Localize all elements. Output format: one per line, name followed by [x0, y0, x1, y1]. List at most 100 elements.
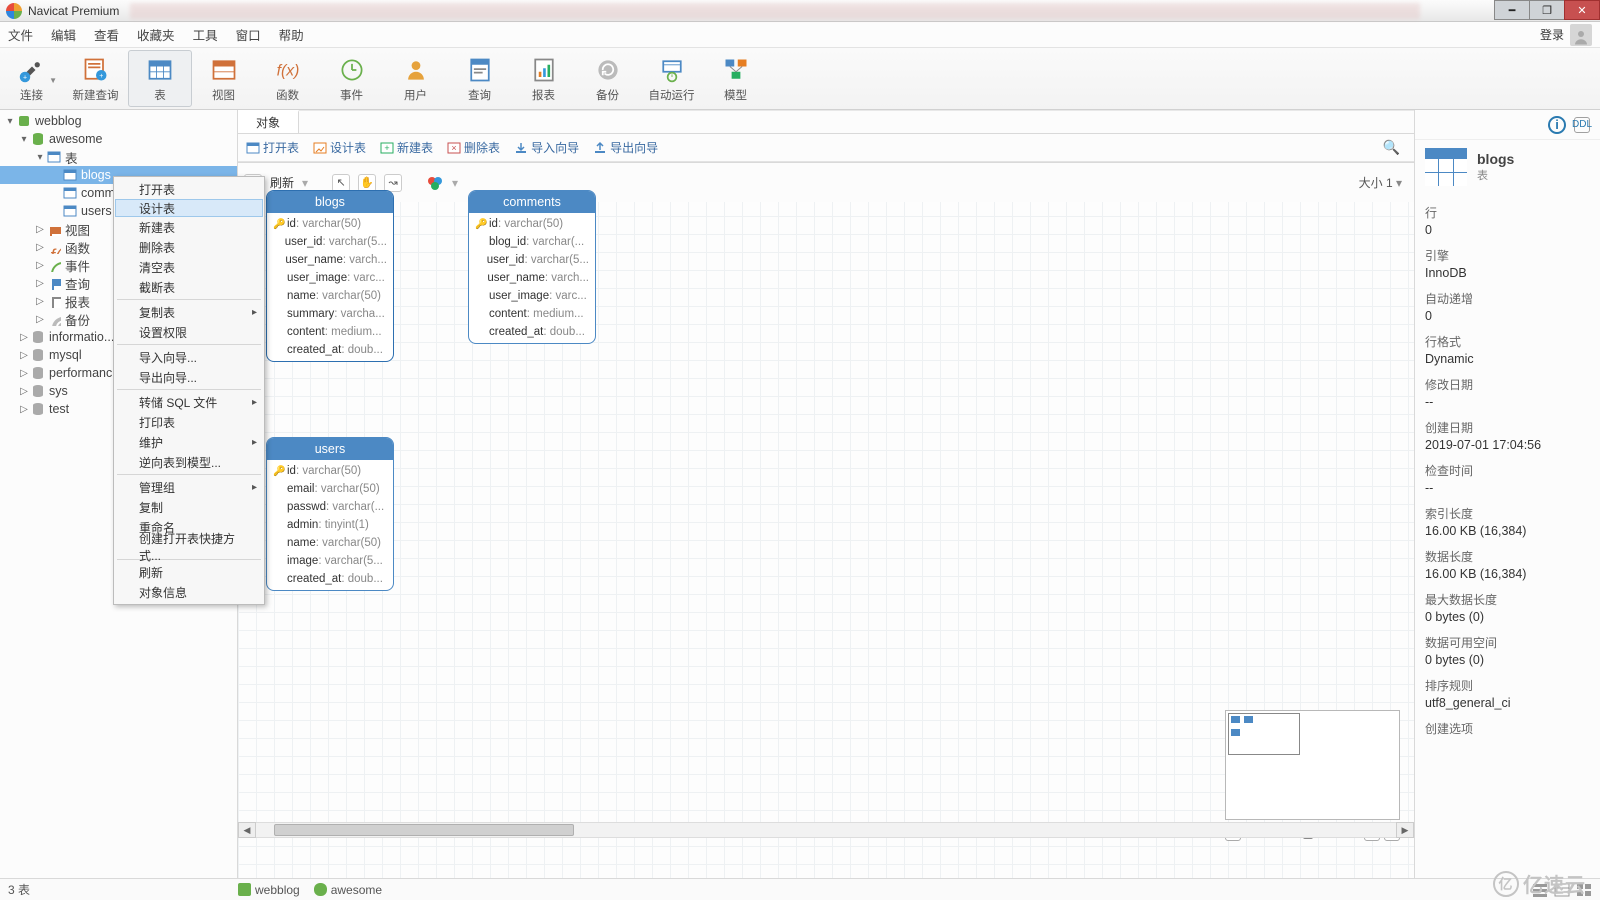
diagram-column[interactable]: name: varchar(50) [267, 287, 393, 305]
tab-strip: 对象 [238, 110, 1414, 134]
objtb-导入向导[interactable]: 导入向导 [514, 139, 579, 156]
toolbar-backup[interactable]: 备份 [576, 50, 640, 107]
menu-file[interactable]: 文件 [8, 25, 33, 44]
menu-window[interactable]: 窗口 [236, 25, 261, 44]
tab-objects[interactable]: 对象 [238, 110, 299, 133]
toolbar-newquery[interactable]: +新建查询 [64, 50, 128, 107]
toolbar-view[interactable]: 视图 [192, 50, 256, 107]
menu-view[interactable]: 查看 [94, 25, 119, 44]
menu-tools[interactable]: 工具 [193, 25, 218, 44]
login-link[interactable]: 登录 [1540, 26, 1564, 43]
diagram-column[interactable]: 🔑id: varchar(50) [469, 215, 595, 233]
toolbar-user[interactable]: 用户 [384, 50, 448, 107]
prop-引擎: 引擎InnoDB [1425, 247, 1590, 280]
ctx-复制表[interactable]: 复制表 [115, 302, 263, 322]
diagram-column[interactable]: blog_id: varchar(... [469, 233, 595, 251]
diagram-column[interactable]: user_id: varchar(5... [267, 233, 393, 251]
scroll-thumb[interactable] [274, 824, 574, 836]
svg-text:+: + [22, 74, 26, 81]
toolbar-auto[interactable]: 自动运行 [640, 50, 704, 107]
diagram-column[interactable]: user_image: varc... [267, 269, 393, 287]
diagram-canvas[interactable]: blogs🔑id: varchar(50)user_id: varchar(5.… [238, 162, 1414, 878]
ctx-设置权限[interactable]: 设置权限 [115, 322, 263, 342]
ctx-管理组[interactable]: 管理组 [115, 477, 263, 497]
diagram-column[interactable]: user_name: varch... [267, 251, 393, 269]
diagram-column[interactable]: created_at: doub... [267, 341, 393, 359]
objtb-新建表[interactable]: +新建表 [380, 139, 433, 156]
diagram-column[interactable]: summary: varcha... [267, 305, 393, 323]
diagram-column[interactable]: user_id: varchar(5... [469, 251, 595, 269]
tree-database[interactable]: ▾awesome [0, 130, 237, 148]
ctx-创建打开表快捷方式...[interactable]: 创建打开表快捷方式... [115, 537, 263, 557]
diagram-column[interactable]: email: varchar(50) [267, 480, 393, 498]
search-icon[interactable]: 🔍 [1383, 139, 1406, 156]
scroll-left[interactable]: ◀ [238, 822, 256, 838]
diagram-column[interactable]: admin: tinyint(1) [267, 516, 393, 534]
diagram-column[interactable]: 🔑id: varchar(50) [267, 215, 393, 233]
diagram-column[interactable]: created_at: doub... [267, 570, 393, 588]
toolbar-query[interactable]: 查询 [448, 50, 512, 107]
ctx-逆向表到模型...[interactable]: 逆向表到模型... [115, 452, 263, 472]
ctx-复制[interactable]: 复制 [115, 497, 263, 517]
ctx-导入向导...[interactable]: 导入向导... [115, 347, 263, 367]
ctx-维护[interactable]: 维护 [115, 432, 263, 452]
scroll-right[interactable]: ▶ [1396, 822, 1414, 838]
svg-text:+: + [384, 143, 389, 153]
diagram-column[interactable]: 🔑id: varchar(50) [267, 462, 393, 480]
diagram-column[interactable]: content: medium... [469, 305, 595, 323]
diagram-column[interactable]: image: varchar(5... [267, 552, 393, 570]
toolbar-fx[interactable]: f(x)函数 [256, 50, 320, 107]
toolbar-report[interactable]: 报表 [512, 50, 576, 107]
ctx-对象信息[interactable]: 对象信息 [115, 582, 263, 602]
diagram-column[interactable]: content: medium... [267, 323, 393, 341]
toolbar-clock[interactable]: 事件 [320, 50, 384, 107]
minimap[interactable] [1225, 710, 1400, 820]
diagram-table-users[interactable]: users🔑id: varchar(50)email: varchar(50)p… [266, 437, 394, 591]
auto-icon [655, 55, 689, 85]
diagram-column[interactable]: user_image: varc... [469, 287, 595, 305]
ctx-新建表[interactable]: 新建表 [115, 217, 263, 237]
menu-help[interactable]: 帮助 [279, 25, 304, 44]
prop-修改日期: 修改日期-- [1425, 376, 1590, 409]
toolbar-model[interactable]: 模型 [704, 50, 768, 107]
diagram-column[interactable]: passwd: varchar(... [267, 498, 393, 516]
diagram-column[interactable]: name: varchar(50) [267, 534, 393, 552]
ctx-导出向导...[interactable]: 导出向导... [115, 367, 263, 387]
ctx-截断表[interactable]: 截断表 [115, 277, 263, 297]
objtb-设计表[interactable]: 设计表 [313, 139, 366, 156]
tree-tables-folder[interactable]: ▾表 [0, 148, 237, 166]
plug-icon: + [15, 55, 49, 85]
menu-favorites[interactable]: 收藏夹 [137, 25, 175, 44]
ctx-转储 SQL 文件[interactable]: 转储 SQL 文件 [115, 392, 263, 412]
ctx-设计表[interactable]: 设计表 [115, 199, 263, 217]
diagram-column[interactable]: created_at: doub... [469, 323, 595, 341]
objtb-打开表[interactable]: 打开表 [246, 139, 299, 156]
diagram-table-blogs[interactable]: blogs🔑id: varchar(50)user_id: varchar(5.… [266, 190, 394, 362]
ctx-打开表[interactable]: 打开表 [115, 179, 263, 199]
prop-自动递增: 自动递增0 [1425, 290, 1590, 323]
ctx-清空表[interactable]: 清空表 [115, 257, 263, 277]
maximize-button[interactable]: ❐ [1529, 0, 1565, 20]
object-toolbar: 打开表设计表 +新建表 ×删除表导入向导导出向导 🔍 [238, 134, 1414, 162]
connection-icon [238, 883, 251, 896]
toolbar-plug[interactable]: +连接▼ [0, 50, 64, 107]
objtb-删除表[interactable]: ×删除表 [447, 139, 500, 156]
minimize-button[interactable]: ━ [1494, 0, 1530, 20]
clock-icon [335, 55, 369, 85]
tree-connection[interactable]: ▾webblog [0, 112, 237, 130]
prop-索引长度: 索引长度16.00 KB (16,384) [1425, 505, 1590, 538]
horizontal-scrollbar[interactable]: ◀ ▶ [238, 822, 1414, 838]
ctx-打印表[interactable]: 打印表 [115, 412, 263, 432]
diagram-table-comments[interactable]: comments🔑id: varchar(50)blog_id: varchar… [468, 190, 596, 344]
avatar-icon[interactable] [1570, 24, 1592, 46]
ctx-刷新[interactable]: 刷新 [115, 562, 263, 582]
close-button[interactable]: ✕ [1564, 0, 1600, 20]
toolbar-table[interactable]: 表 [128, 50, 192, 107]
ctx-删除表[interactable]: 删除表 [115, 237, 263, 257]
prop-行格式: 行格式Dynamic [1425, 333, 1590, 366]
diagram-column[interactable]: user_name: varch... [469, 269, 595, 287]
menu-edit[interactable]: 编辑 [51, 25, 76, 44]
ddl-icon[interactable]: DDL [1574, 117, 1590, 133]
objtb-导出向导[interactable]: 导出向导 [593, 139, 658, 156]
info-icon[interactable]: i [1548, 116, 1566, 134]
